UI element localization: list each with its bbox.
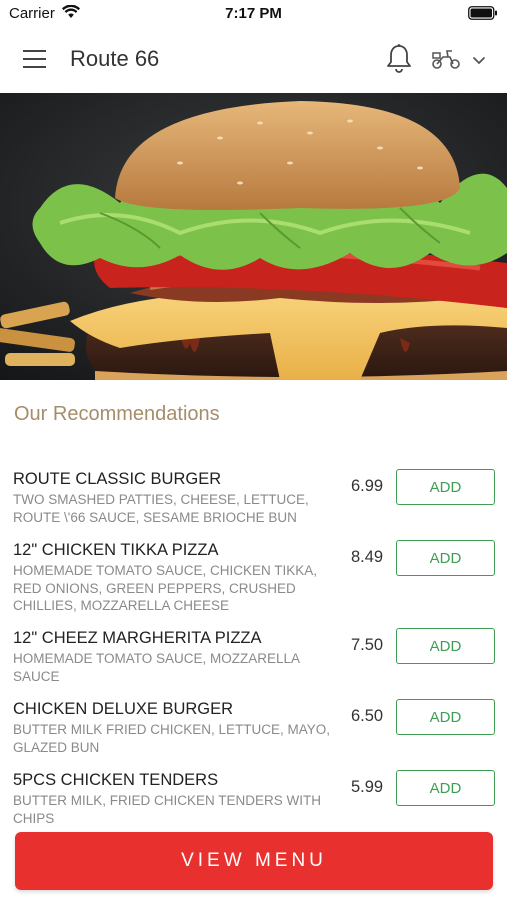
item-price: 6.99 <box>351 477 384 495</box>
item-price: 7.50 <box>351 636 384 654</box>
item-name: CHICKEN DELUXE BURGER <box>13 700 234 718</box>
bell-icon[interactable] <box>385 43 413 80</box>
item-description: BUTTER MILK, FRIED CHICKEN TENDERS WITH … <box>13 793 322 826</box>
add-button[interactable]: ADD <box>396 469 495 505</box>
item-description: HOMEMADE TOMATO SAUCE, MOZZARELLA SAUCE <box>13 651 300 684</box>
item-price: 5.99 <box>351 778 384 796</box>
add-button[interactable]: ADD <box>396 540 495 576</box>
chevron-down-icon[interactable] <box>472 53 486 71</box>
app-title: Route 66 <box>70 46 160 71</box>
app-header: Route 66 <box>0 26 507 93</box>
add-button[interactable]: ADD <box>396 699 495 735</box>
add-button[interactable]: ADD <box>396 770 495 806</box>
scooter-icon[interactable] <box>431 48 461 75</box>
hamburger-menu-icon[interactable] <box>22 48 48 70</box>
item-name: 5PCS CHICKEN TENDERS <box>13 771 219 789</box>
recommendations-title: Our Recommendations <box>14 403 220 425</box>
item-name: ROUTE CLASSIC BURGER <box>13 470 222 488</box>
status-bar: Carrier 7:17 PM <box>0 0 507 26</box>
item-price: 8.49 <box>351 548 384 566</box>
item-description: TWO SMASHED PATTIES, CHEESE, LETTUCE, RO… <box>13 492 309 525</box>
item-name: 12" CHICKEN TIKKA PIZZA <box>13 541 219 559</box>
add-button[interactable]: ADD <box>396 628 495 664</box>
item-price: 6.50 <box>351 707 384 725</box>
view-menu-button[interactable]: VIEW MENU <box>15 832 493 890</box>
item-name: 12" CHEEZ MARGHERITA PIZZA <box>13 629 262 647</box>
item-description: BUTTER MILK FRIED CHICKEN, LETTUCE, MAYO… <box>13 722 331 755</box>
status-time: 7:17 PM <box>225 5 282 22</box>
item-description: HOMEMADE TOMATO SAUCE, CHICKEN TIKKA, RE… <box>13 563 318 613</box>
hero-burger-image <box>0 93 507 380</box>
battery-icon <box>468 6 498 25</box>
